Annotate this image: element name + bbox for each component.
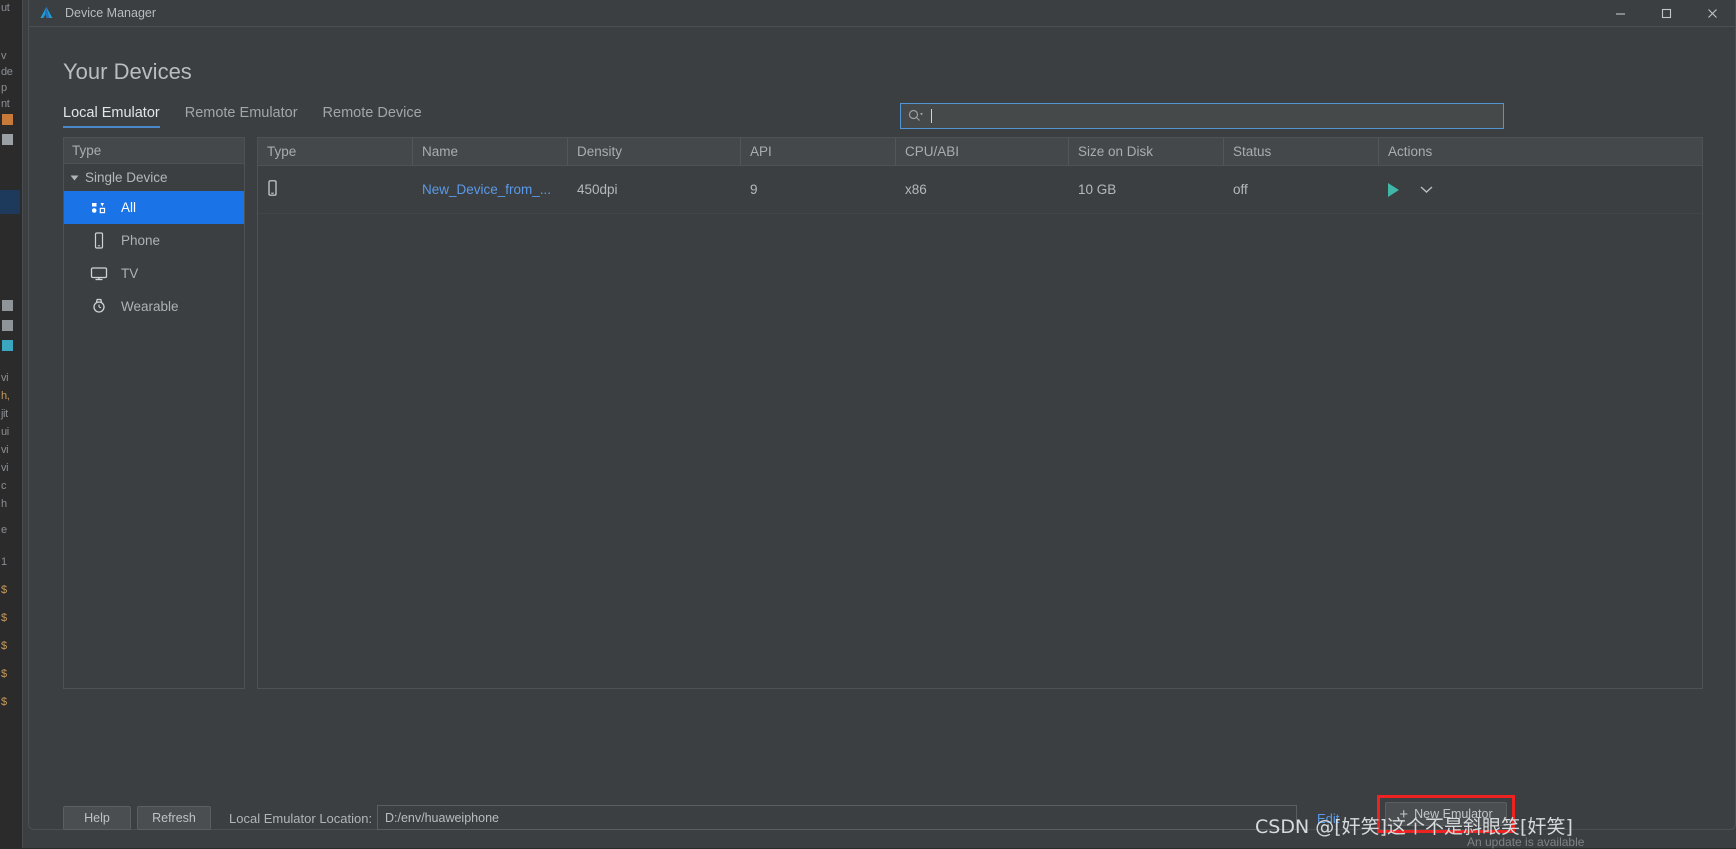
cell-density: 450dpi [568, 166, 741, 214]
type-filter-panel: Type Single Device All [63, 137, 245, 689]
table-row[interactable]: New_Device_from_... 450dpi 9 x86 10 GB o… [258, 166, 1702, 214]
ide-marker-block [2, 340, 13, 351]
table-header-row: Type Name Density API CPU/ABI Size on Di… [258, 138, 1702, 166]
sidebar-item-all[interactable]: All [64, 191, 244, 224]
devices-table: Type Name Density API CPU/ABI Size on Di… [257, 137, 1703, 689]
title-bar: Device Manager [29, 0, 1735, 27]
ide-text-fragment: ut [1, 2, 9, 14]
ide-text-fragment: ui [1, 426, 9, 438]
column-header-size-on-disk[interactable]: Size on Disk [1069, 138, 1224, 165]
help-button[interactable]: Help [63, 806, 131, 830]
search-box[interactable] [900, 103, 1504, 129]
tab-local-emulator[interactable]: Local Emulator [63, 105, 160, 128]
sidebar-item-label: Wearable [121, 299, 179, 314]
tab-remote-device[interactable]: Remote Device [323, 105, 422, 128]
ide-marker-block [2, 134, 13, 145]
tree-group-single-device[interactable]: Single Device [64, 164, 244, 191]
minimize-icon[interactable] [1597, 0, 1643, 27]
ide-text-fragment: 1 [1, 556, 7, 568]
tree-group-label: Single Device [85, 170, 168, 185]
ide-text-fragment: $ [1, 696, 7, 708]
play-icon[interactable] [1388, 183, 1399, 197]
column-header-api[interactable]: API [741, 138, 896, 165]
sidebar-item-label: All [121, 200, 136, 215]
cell-type [258, 166, 413, 214]
ide-marker-block [0, 190, 20, 214]
ide-text-fragment: vi [1, 462, 8, 474]
close-icon[interactable] [1689, 0, 1735, 27]
ide-text-fragment: p [1, 82, 7, 94]
page-title: Your Devices [63, 59, 192, 85]
ide-left-gutter: ut v de p nt vi h, jit ui vi vi c h e 1 … [0, 0, 22, 848]
cell-status: off [1224, 166, 1379, 214]
ide-text-fragment: $ [1, 584, 7, 596]
ide-text-fragment: c [1, 480, 6, 492]
sidebar-item-tv[interactable]: TV [64, 257, 244, 290]
ide-marker-block [2, 114, 13, 125]
search-text-caret [931, 109, 932, 123]
ide-text-fragment: vi [1, 444, 8, 456]
ide-text-fragment: h [1, 498, 7, 510]
sidebar-item-phone[interactable]: Phone [64, 224, 244, 257]
ide-text-fragment: v [1, 50, 6, 62]
watch-icon [89, 298, 109, 316]
sidebar-item-label: Phone [121, 233, 160, 248]
ide-text-fragment: h, [1, 390, 9, 402]
ide-text-fragment: $ [1, 668, 7, 680]
tab-bar: Local Emulator Remote Emulator Remote De… [63, 105, 422, 128]
column-header-actions[interactable]: Actions [1379, 138, 1559, 165]
csdn-watermark: CSDN @[奸笑]这个不是斜眼笑[奸笑] [1255, 812, 1573, 839]
window-controls [1597, 0, 1735, 27]
ide-text-fragment: $ [1, 640, 7, 652]
ide-text-fragment: $ [1, 612, 7, 624]
cell-api: 9 [741, 166, 896, 214]
huawei-devdeco-logo-icon [38, 5, 54, 21]
window-title: Device Manager [65, 6, 156, 20]
ide-text-fragment: nt [1, 98, 9, 110]
dialog-body: Your Devices Local Emulator Remote Emula… [29, 27, 1735, 830]
ide-marker-block [2, 320, 13, 331]
refresh-button[interactable]: Refresh [137, 806, 211, 830]
phone-icon [89, 232, 109, 250]
sidebar-item-wearable[interactable]: Wearable [64, 290, 244, 323]
all-devices-icon [89, 199, 109, 217]
tv-icon [89, 265, 109, 283]
cell-size-on-disk: 10 GB [1069, 166, 1224, 214]
tab-remote-emulator[interactable]: Remote Emulator [185, 105, 298, 128]
ide-text-fragment: jit [1, 408, 8, 420]
triangle-down-icon[interactable] [71, 175, 79, 180]
type-panel-header: Type [64, 138, 244, 164]
local-emulator-location-input[interactable]: D:/env/huaweiphone [377, 805, 1297, 830]
local-emulator-location-label: Local Emulator Location: [229, 811, 372, 826]
ide-text-fragment: de [1, 66, 12, 78]
column-header-cpu-abi[interactable]: CPU/ABI [896, 138, 1069, 165]
search-icon [908, 109, 924, 123]
chevron-down-icon[interactable] [1419, 182, 1434, 197]
cell-cpu-abi: x86 [896, 166, 1069, 214]
phone-icon [267, 180, 278, 199]
ide-text-fragment: vi [1, 372, 8, 384]
device-manager-window: Device Manager Your Devices Local Emulat… [28, 0, 1736, 830]
column-header-status[interactable]: Status [1224, 138, 1379, 165]
column-header-density[interactable]: Density [568, 138, 741, 165]
cell-name[interactable]: New_Device_from_... [413, 166, 568, 214]
column-header-name[interactable]: Name [413, 138, 568, 165]
maximize-icon[interactable] [1643, 0, 1689, 27]
column-header-type[interactable]: Type [258, 138, 413, 165]
ide-marker-block [2, 300, 13, 311]
ide-text-fragment: e [1, 524, 7, 536]
cell-actions [1379, 166, 1559, 214]
sidebar-item-label: TV [121, 266, 138, 281]
